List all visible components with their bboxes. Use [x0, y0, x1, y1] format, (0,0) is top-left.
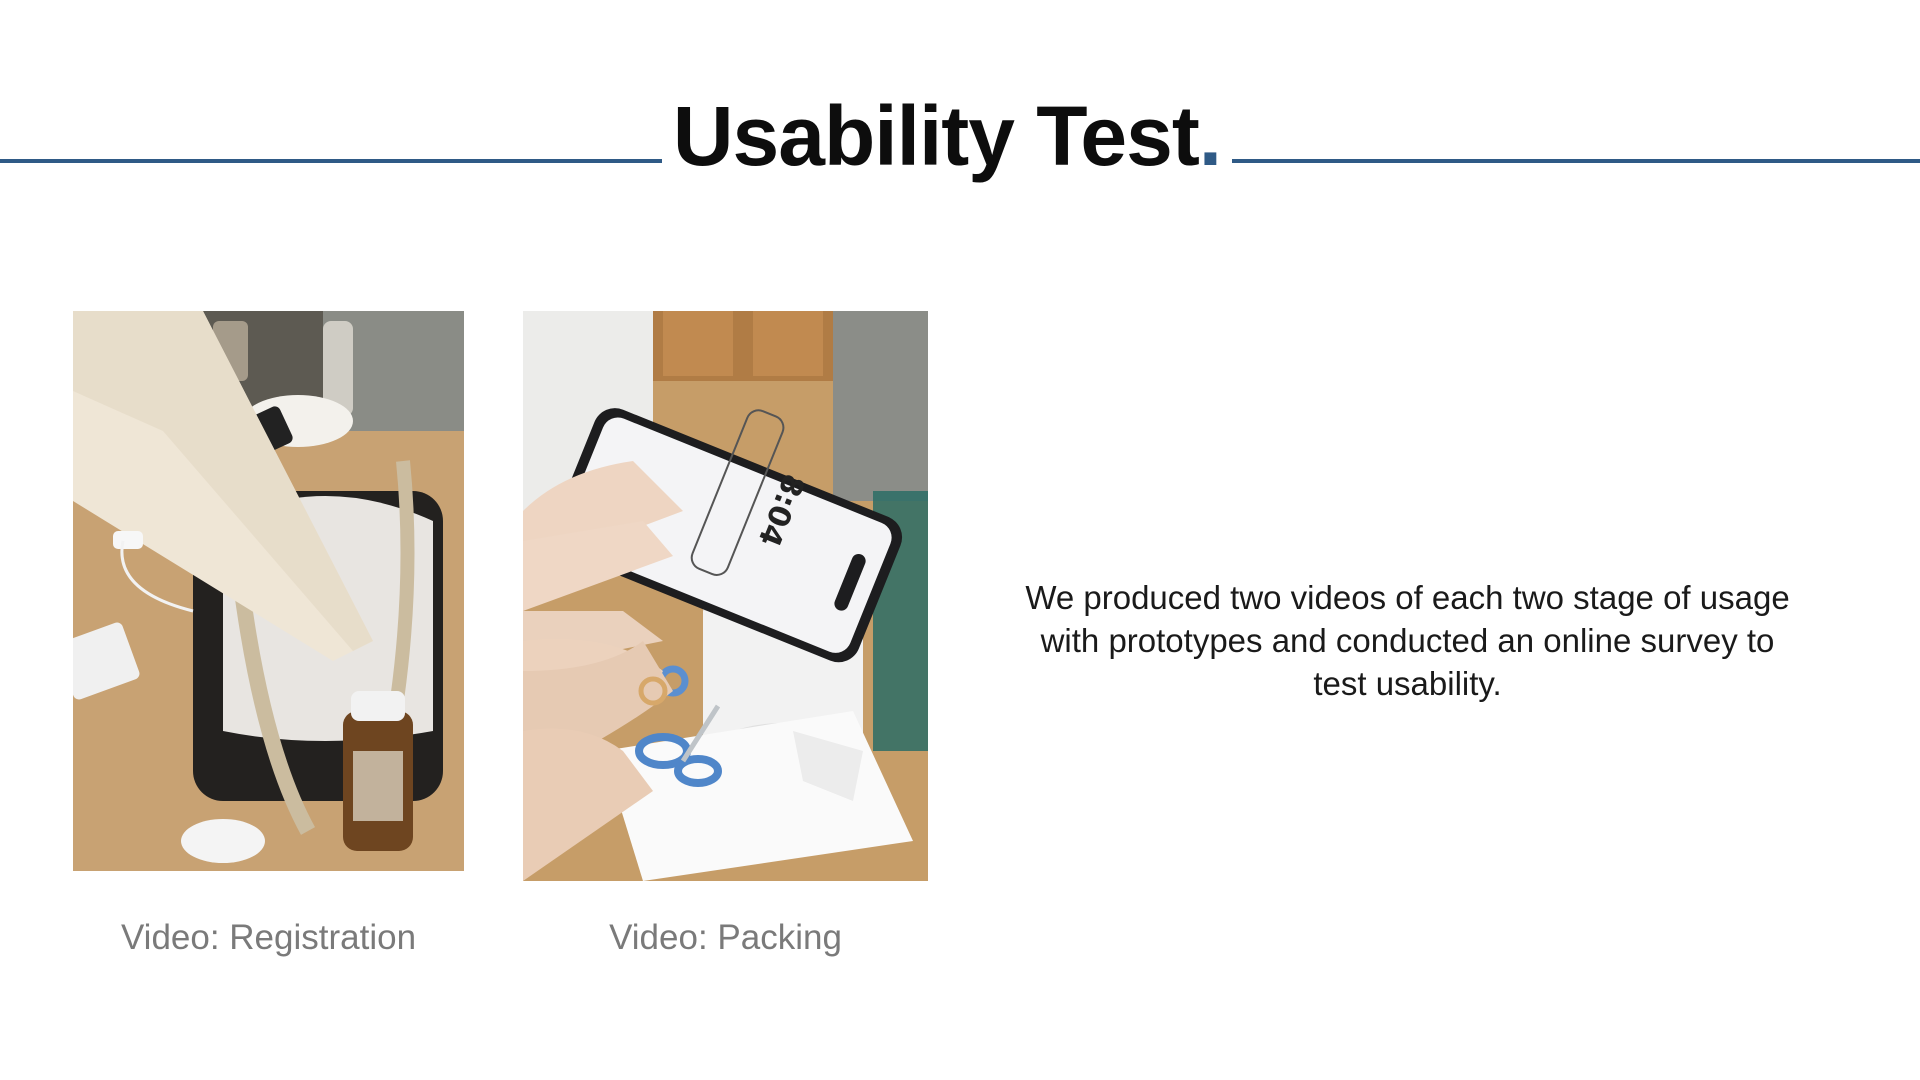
packing-caption: Video: Packing	[609, 918, 842, 957]
registration-caption: Video: Registration	[120, 918, 417, 957]
registration-photo-illustration	[73, 311, 464, 871]
slide: Usability Test. 8:04 Video: Registration…	[0, 0, 1920, 1080]
description-text: We produced two videos of each two stage…	[1025, 579, 1790, 702]
title-rule-right	[1232, 159, 1920, 163]
slide-title: Usability Test.	[662, 86, 1232, 186]
slide-title-text: Usability Test	[672, 89, 1200, 183]
packing-video-thumbnail[interactable]: 8:04	[523, 311, 928, 881]
packing-photo-illustration: 8:04	[523, 311, 928, 881]
slide-title-dot: .	[1198, 89, 1222, 183]
title-rule-left	[0, 159, 662, 163]
registration-video-thumbnail[interactable]	[73, 311, 464, 871]
